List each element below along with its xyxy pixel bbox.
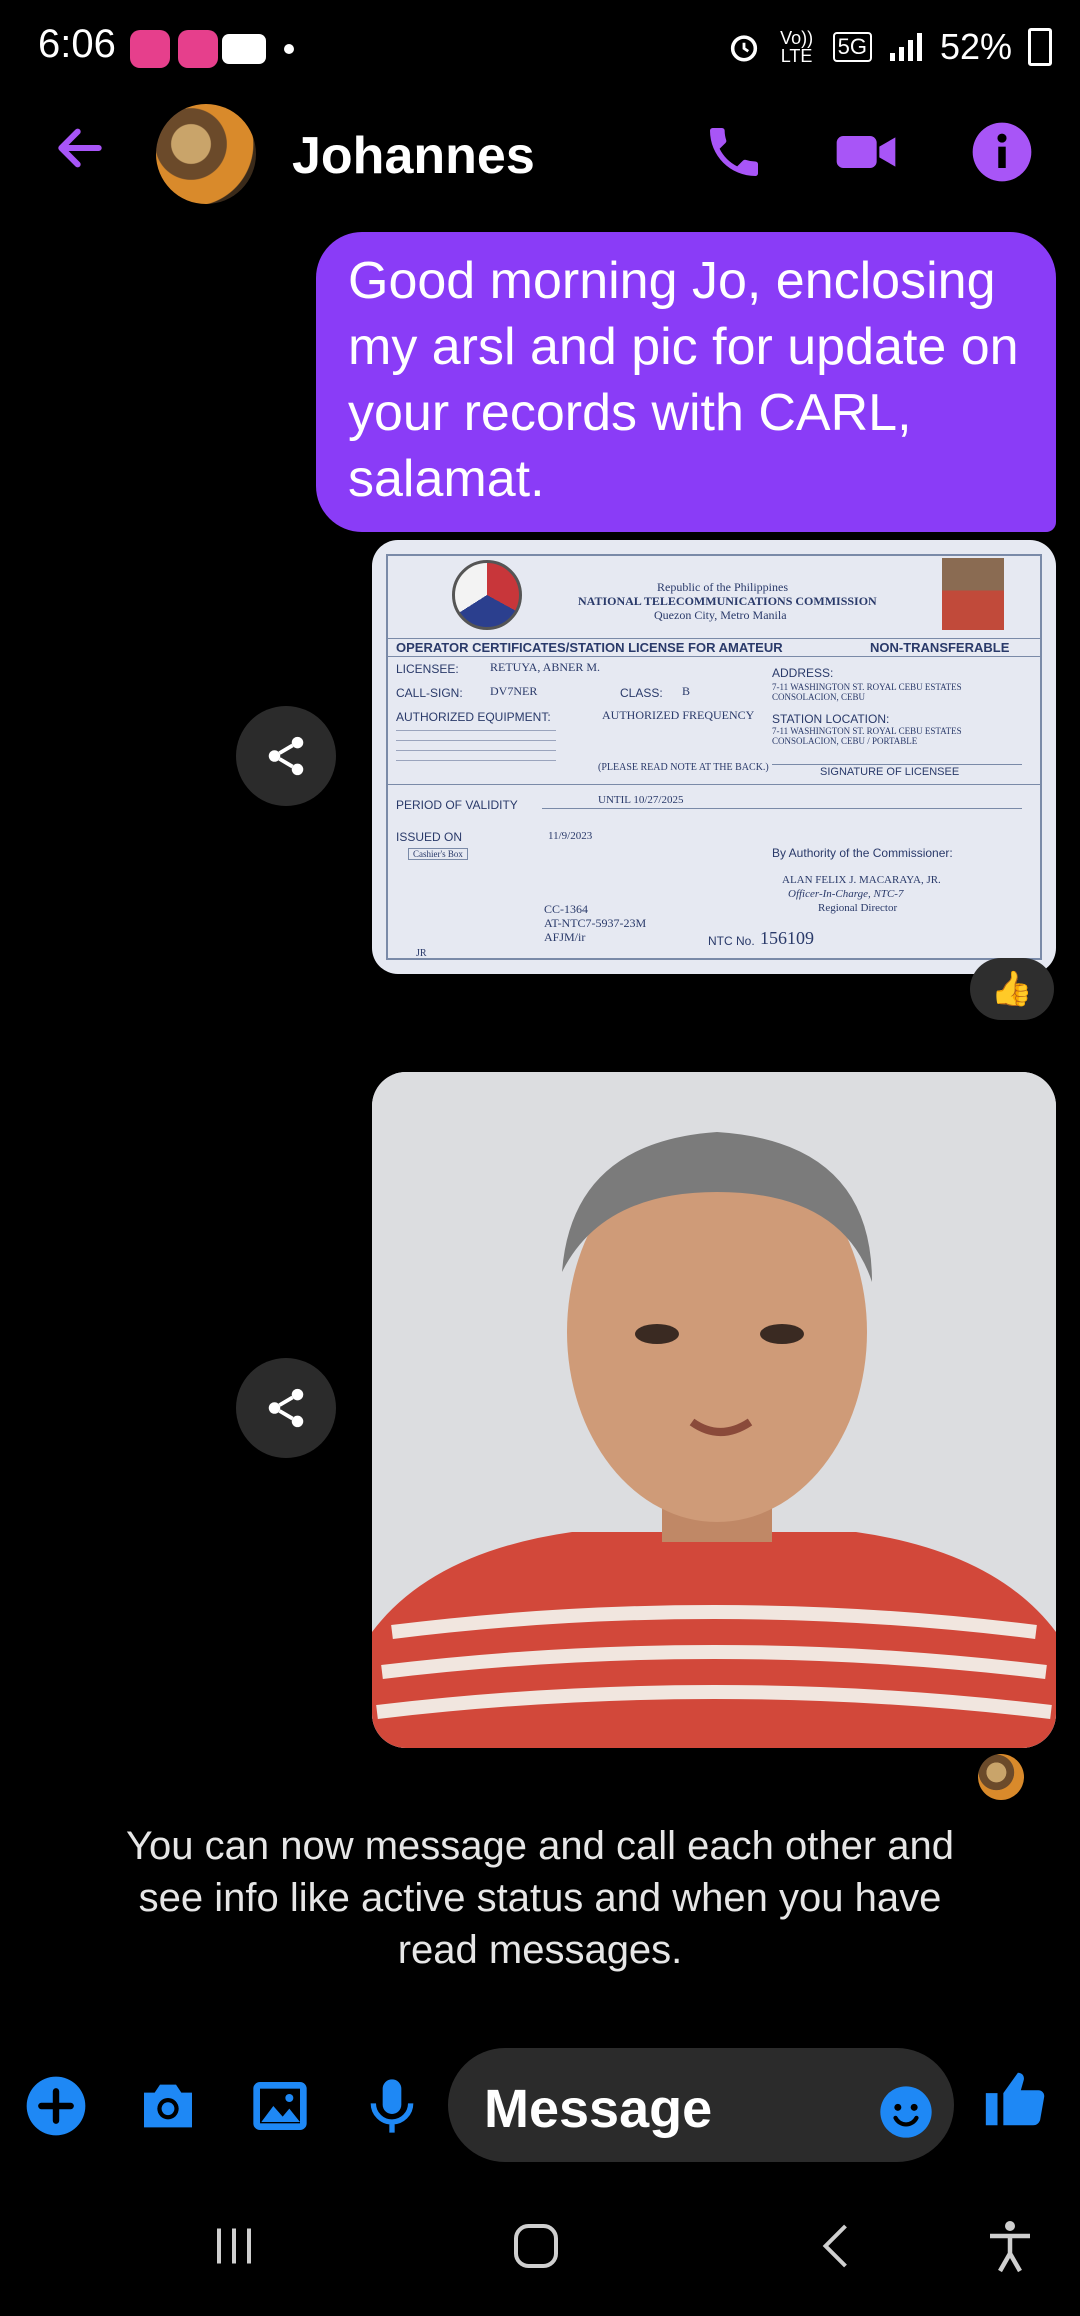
like-thumbs-up-icon[interactable] [980, 2064, 1050, 2134]
signatory-role: Officer-In-Charge, NTC-7 [788, 888, 904, 900]
status-indicators: Vo)) LTE 5G 52% [727, 26, 1052, 68]
address-value: 7-11 WASHINGTON ST. ROYAL CEBU ESTATES C… [772, 682, 962, 702]
video-call-icon[interactable] [834, 120, 898, 184]
ntc-label: NTC No. [708, 934, 755, 948]
camera-icon[interactable] [136, 2074, 200, 2138]
frequency-label: AUTHORIZED FREQUENCY [602, 708, 755, 722]
station-location-value: 7-11 WASHINGTON ST. ROYAL CEBU ESTATES C… [772, 726, 962, 746]
callsign-value: DV7NER [490, 684, 538, 698]
signatory-title: Regional Director [818, 902, 898, 914]
callsign-label: CALL-SIGN: [396, 686, 463, 700]
at-number: AT-NTC7-5937-23M [544, 916, 647, 930]
class-value: B [682, 684, 691, 698]
validity-label: PERIOD OF VALIDITY [396, 798, 518, 812]
accessibility-icon[interactable] [980, 2216, 1040, 2276]
equipment-line [396, 750, 556, 751]
portrait-illustration [372, 1072, 1056, 1748]
message-placeholder[interactable]: Message [484, 2078, 712, 2140]
contact-avatar[interactable] [156, 104, 256, 204]
equipment-line [396, 760, 556, 761]
share-button[interactable] [236, 706, 336, 806]
authority-label: By Authority of the Commissioner: [772, 846, 953, 860]
jr-mark: JR [416, 948, 427, 959]
info-icon[interactable] [970, 120, 1034, 184]
youtube-app-icon [222, 34, 266, 64]
battery-percent: 52% [939, 26, 1012, 67]
license-republic: Republic of the Philippines [657, 580, 788, 594]
portrait-photo-attachment[interactable] [372, 1072, 1056, 1748]
status-time: 6:06 [38, 22, 116, 66]
lazada-app-icon [130, 30, 170, 68]
outgoing-message-bubble[interactable]: Good morning Jo, enclosing my arsl and p… [316, 232, 1056, 532]
license-city: Quezon City, Metro Manila [654, 608, 787, 622]
home-icon[interactable] [506, 2216, 566, 2276]
recent-apps-icon[interactable] [204, 2216, 264, 2276]
cc-number: CC-1364 [544, 902, 589, 916]
address-label: ADDRESS: [772, 666, 834, 680]
station-location-label: STATION LOCATION: [772, 712, 890, 726]
plus-icon[interactable] [24, 2074, 88, 2138]
license-title: OPERATOR CERTIFICATES/STATION LICENSE FO… [396, 640, 783, 655]
phone-call-icon[interactable] [702, 120, 766, 184]
contact-name[interactable]: Johannes [292, 126, 535, 186]
divider [386, 784, 1042, 785]
licensee-label: LICENSEE: [396, 662, 459, 676]
share-button[interactable] [236, 1358, 336, 1458]
license-non-transferable: NON-TRANSFERABLE [870, 640, 1010, 655]
issued-label: ISSUED ON [396, 830, 463, 844]
license-agency: NATIONAL TELECOMMUNICATIONS COMMISSION [578, 594, 877, 608]
reaction-badge[interactable]: 👍 [970, 958, 1054, 1020]
share-icon [268, 1388, 304, 1428]
battery-icon [1028, 28, 1052, 66]
licensee-value: RETUYA, ABNER M. [490, 660, 601, 674]
signature-label: SIGNATURE OF LICENSEE [820, 766, 960, 778]
divider [386, 638, 1042, 639]
network-label: Vo)) LTE [780, 28, 814, 66]
notification-dot [284, 44, 294, 54]
system-back-icon[interactable] [808, 2216, 868, 2276]
equipment-line [396, 730, 556, 731]
license-note: (PLEASE READ NOTE AT THE BACK.) [598, 762, 769, 773]
cashier-box: Cashier's Box [408, 848, 468, 860]
network-type: 5G [832, 32, 872, 62]
signature-line [772, 764, 1022, 765]
validity-line [542, 808, 1022, 809]
emoji-icon[interactable] [878, 2084, 934, 2140]
system-notice: You can now message and call each other … [126, 1824, 954, 1972]
equipment-line [396, 740, 556, 741]
ntc-seal-icon [452, 560, 522, 630]
microphone-icon[interactable] [360, 2074, 424, 2138]
ntc-number: 156109 [760, 928, 814, 948]
alarm-icon [730, 35, 757, 62]
signal-icon [889, 33, 922, 61]
license-photo-attachment[interactable]: Republic of the Philippines NATIONAL TEL… [372, 540, 1056, 974]
licensee-id-photo [942, 558, 1004, 630]
signatory-name: ALAN FELIX J. MACARAYA, JR. [782, 874, 941, 886]
gallery-icon[interactable] [248, 2074, 312, 2138]
issued-value: 11/9/2023 [548, 830, 593, 842]
equipment-label: AUTHORIZED EQUIPMENT: [396, 710, 551, 724]
class-label: CLASS: [620, 686, 663, 700]
read-receipt-avatar [978, 1754, 1024, 1800]
divider [386, 656, 1042, 657]
lazada-app-icon [178, 30, 218, 68]
validity-value: UNTIL 10/27/2025 [598, 794, 684, 806]
back-arrow-icon[interactable] [52, 120, 108, 176]
initials: AFJM/ir [544, 930, 586, 944]
share-icon [268, 736, 304, 776]
